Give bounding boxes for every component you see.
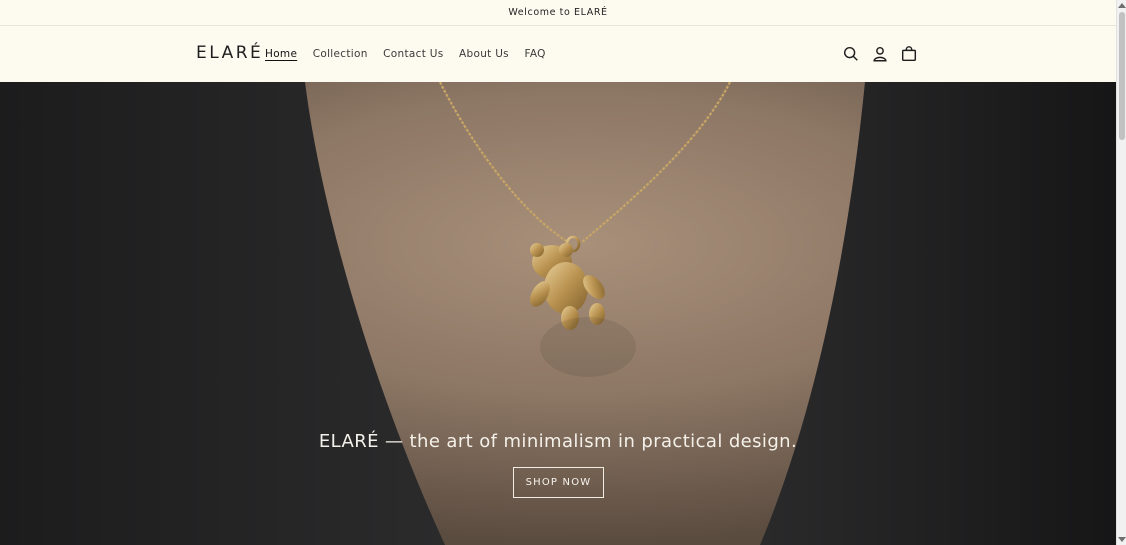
cart-icon[interactable] <box>898 43 920 65</box>
nav-collection[interactable]: Collection <box>313 47 368 61</box>
logo[interactable]: ELARÉ <box>196 43 263 63</box>
announcement-bar: Welcome to ELARÉ <box>0 0 1116 26</box>
scroll-thumb[interactable] <box>1119 12 1125 140</box>
header-icons <box>840 43 927 65</box>
page: Welcome to ELARÉ ELARÉ Home Collection C… <box>0 0 1116 545</box>
main-nav: Home Collection Contact Us About Us FAQ <box>265 47 561 61</box>
nav-home[interactable]: Home <box>265 47 297 61</box>
nav-faq[interactable]: FAQ <box>524 47 545 61</box>
hero-headline: ELARÉ — the art of minimalism in practic… <box>318 431 798 452</box>
page-scrollbar[interactable] <box>1116 0 1126 545</box>
hero-content: ELARÉ — the art of minimalism in practic… <box>0 82 1116 545</box>
hero-banner: ELARÉ — the art of minimalism in practic… <box>0 82 1116 545</box>
announcement-text: Welcome to ELARÉ <box>508 7 608 18</box>
nav-contact-us[interactable]: Contact Us <box>383 47 443 61</box>
scroll-down-arrow-icon[interactable] <box>1118 537 1126 542</box>
site-header: ELARÉ Home Collection Contact Us About U… <box>0 27 1116 82</box>
nav-about-us[interactable]: About Us <box>459 47 509 61</box>
search-icon[interactable] <box>840 43 862 65</box>
scroll-up-arrow-icon[interactable] <box>1118 3 1126 8</box>
shop-now-button[interactable]: SHOP NOW <box>513 467 604 498</box>
account-icon[interactable] <box>869 43 891 65</box>
